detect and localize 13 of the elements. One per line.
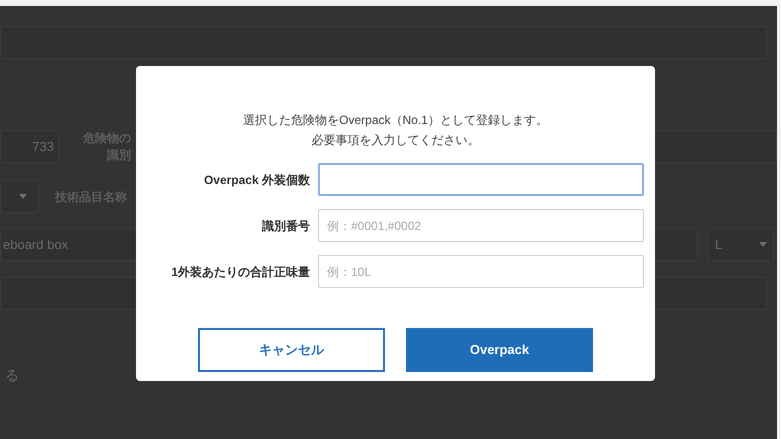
field-label: Overpack 外装個数 [202, 172, 310, 188]
input-field[interactable] [318, 163, 644, 196]
dialog-message: 必要事項を入力してください。 [311, 132, 480, 149]
caret-icon [759, 242, 767, 247]
dialog-message: 選択した危険物をOverpack（No.1）として登録します。 [243, 112, 548, 129]
input-field[interactable]: 例：10L [318, 255, 644, 288]
field-label: 識別番号 [260, 218, 310, 234]
caret-icon [19, 194, 27, 199]
overpack-button[interactable]: Overpack [406, 328, 593, 372]
cancel-button[interactable]: キャンセル [198, 328, 385, 372]
input-field[interactable]: 例：#0001,#0002 [318, 209, 644, 242]
select-field[interactable] [0, 180, 39, 213]
field-label: 1外装あたりの合計正味量 [170, 264, 310, 280]
